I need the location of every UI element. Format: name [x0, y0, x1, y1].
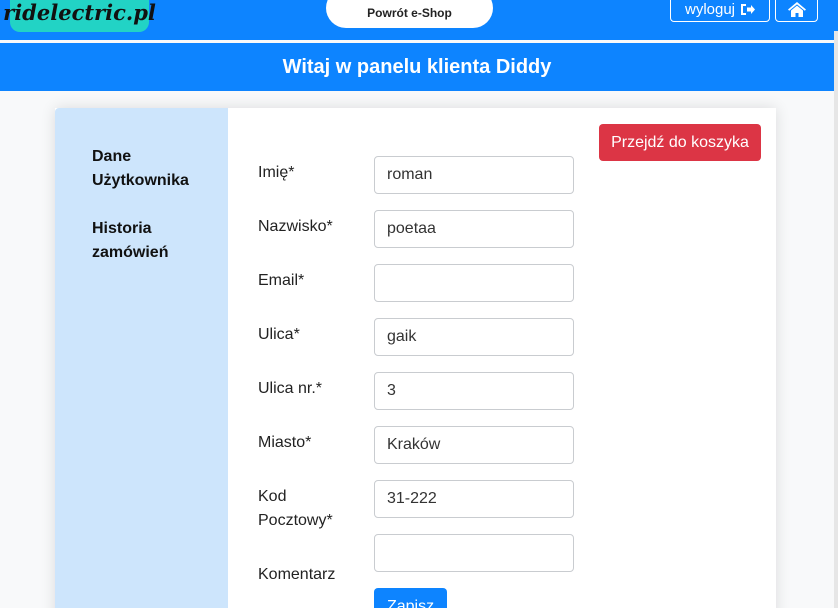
city-label: Miasto*	[258, 434, 312, 451]
first-name-field[interactable]	[374, 156, 574, 194]
sidebar-item-order-history[interactable]: Historia zamówień	[92, 217, 212, 265]
home-icon	[787, 1, 806, 17]
page-scrollbar[interactable]	[834, 31, 838, 608]
logo[interactable]: ridelectric.pl	[3, 0, 156, 32]
sidebar: Dane Użytkownika Historia zamówień	[55, 108, 228, 608]
go-to-cart-button[interactable]: Przejdź do koszyka	[599, 124, 761, 161]
first-name-label: Imię*	[258, 164, 295, 181]
logout-label: wyloguj	[684, 0, 736, 18]
sidebar-item-user-data[interactable]: Dane Użytkownika	[92, 145, 212, 193]
account-panel: Dane Użytkownika Historia zamówień Przej…	[55, 108, 776, 608]
top-navbar: ridelectric.pl Powrót e-Shop wyloguj	[0, 0, 838, 40]
save-button[interactable]: Zapisz	[374, 588, 447, 608]
last-name-field[interactable]	[374, 210, 574, 248]
logout-button[interactable]: wyloguj	[670, 0, 770, 22]
page-title: Witaj w panelu klienta Diddy	[282, 55, 552, 78]
sign-out-icon	[741, 3, 756, 15]
last-name-label: Nazwisko*	[258, 218, 333, 235]
welcome-banner: Witaj w panelu klienta Diddy	[0, 43, 834, 91]
postal-code-label: Kod Pocztowy*	[258, 488, 333, 529]
street-label: Ulica*	[258, 326, 300, 343]
street-number-field[interactable]	[374, 372, 574, 410]
email-label: Email*	[258, 272, 305, 289]
comment-field[interactable]	[374, 534, 574, 572]
home-button[interactable]	[775, 0, 818, 22]
postal-code-field[interactable]	[374, 480, 574, 518]
email-field[interactable]	[374, 264, 574, 302]
back-to-shop-button[interactable]: Powrót e-Shop	[326, 0, 493, 28]
comment-label: Komentarz	[258, 566, 336, 583]
street-field[interactable]	[374, 318, 574, 356]
logo-text: ridelectric.pl	[3, 0, 156, 25]
street-number-label: Ulica nr.*	[258, 380, 323, 397]
city-field[interactable]	[374, 426, 574, 464]
